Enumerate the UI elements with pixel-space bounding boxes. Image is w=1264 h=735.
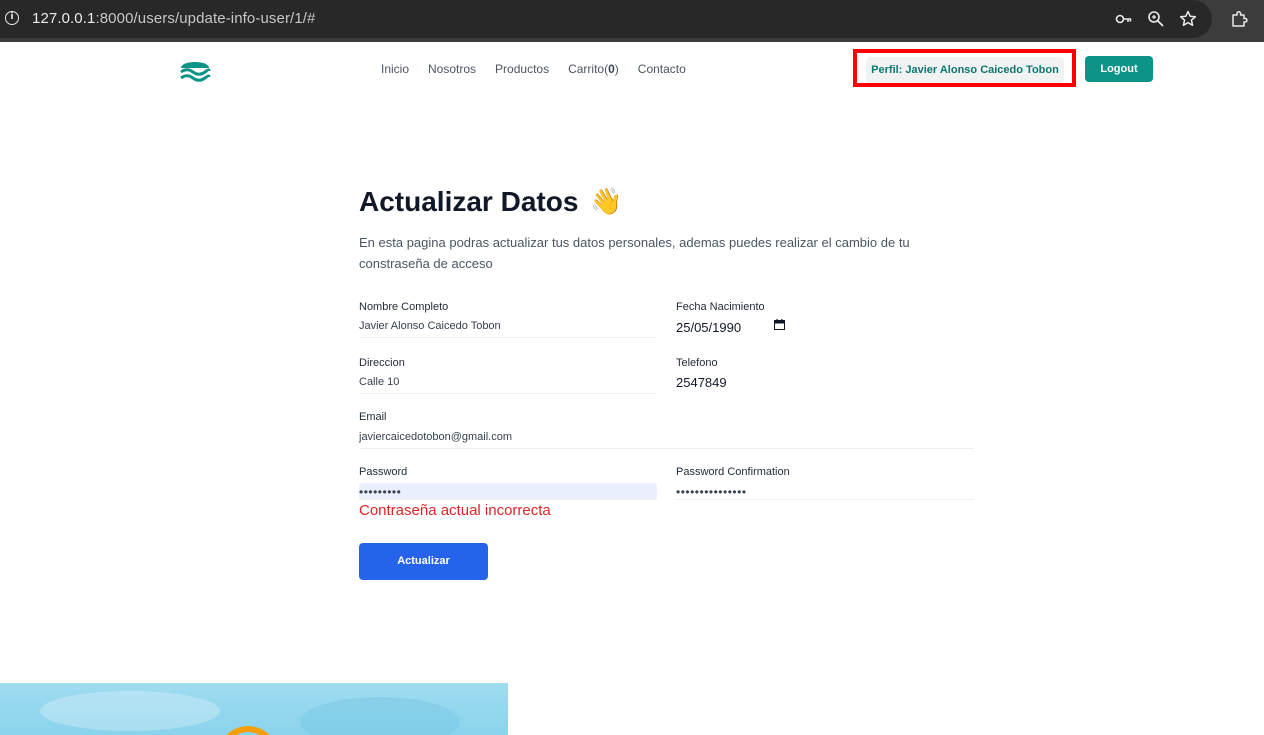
- page-description: En esta pagina podras actualizar tus dat…: [359, 235, 910, 271]
- password-confirmation-input[interactable]: •••••••••••••••: [676, 483, 974, 500]
- nombre-input[interactable]: Javier Alonso Caicedo Tobon: [359, 318, 657, 338]
- cart-count: 0: [608, 62, 615, 76]
- password-confirmation-label: Password Confirmation: [676, 466, 790, 478]
- pool-float-icon: [218, 726, 278, 735]
- star-icon[interactable]: [1178, 9, 1198, 29]
- page-title: Actualizar Datos 👋: [359, 186, 623, 218]
- telefono-input[interactable]: 2547849: [676, 373, 974, 393]
- logout-button[interactable]: Logout: [1085, 56, 1153, 82]
- nav-carrito-suffix: ): [614, 62, 619, 76]
- nav-inicio[interactable]: Inicio: [381, 62, 409, 76]
- password-input[interactable]: •••••••••: [359, 483, 657, 500]
- profile-button[interactable]: Perfil: Javier Alonso Caicedo Tobon: [866, 57, 1064, 83]
- password-label: Password: [359, 466, 408, 478]
- direccion-input[interactable]: Calle 10: [359, 374, 657, 394]
- calendar-icon[interactable]: [774, 319, 785, 330]
- fecha-input[interactable]: 25/05/1990: [676, 318, 786, 338]
- nombre-label: Nombre Completo: [359, 301, 449, 313]
- site-logo-icon[interactable]: [179, 56, 211, 84]
- page-title-text: Actualizar Datos: [359, 186, 579, 217]
- fecha-label: Fecha Nacimiento: [676, 301, 765, 313]
- address-bar[interactable]: i 127.0.0.1:8000/users/update-info-user/…: [0, 0, 1212, 38]
- telefono-label: Telefono: [676, 357, 718, 369]
- main-nav: Inicio Nosotros Productos Carrito(0) Con…: [381, 62, 705, 76]
- info-icon[interactable]: i: [5, 11, 19, 25]
- water-shadow: [300, 697, 460, 735]
- waving-hand-icon: 👋: [590, 187, 623, 217]
- url-text[interactable]: 127.0.0.1:8000/users/update-info-user/1/…: [32, 10, 315, 27]
- password-error-message: Contraseña actual incorrecta: [359, 502, 551, 519]
- browser-chrome: i 127.0.0.1:8000/users/update-info-user/…: [0, 0, 1264, 42]
- extensions-icon[interactable]: [1229, 9, 1249, 29]
- nav-carrito[interactable]: Carrito(0): [568, 62, 619, 76]
- direccion-label: Direccion: [359, 357, 405, 369]
- key-icon[interactable]: [1114, 9, 1134, 29]
- nav-contacto[interactable]: Contacto: [638, 62, 686, 76]
- actualizar-button[interactable]: Actualizar: [359, 543, 488, 580]
- nav-carrito-label: Carrito(: [568, 62, 609, 76]
- water-highlight: [40, 691, 220, 731]
- zoom-icon[interactable]: [1146, 9, 1166, 29]
- footer-pool-image: [0, 683, 508, 735]
- nav-nosotros[interactable]: Nosotros: [428, 62, 476, 76]
- nav-productos[interactable]: Productos: [495, 62, 549, 76]
- email-input[interactable]: javiercaicedotobon@gmail.com: [359, 429, 974, 449]
- email-label: Email: [359, 411, 387, 423]
